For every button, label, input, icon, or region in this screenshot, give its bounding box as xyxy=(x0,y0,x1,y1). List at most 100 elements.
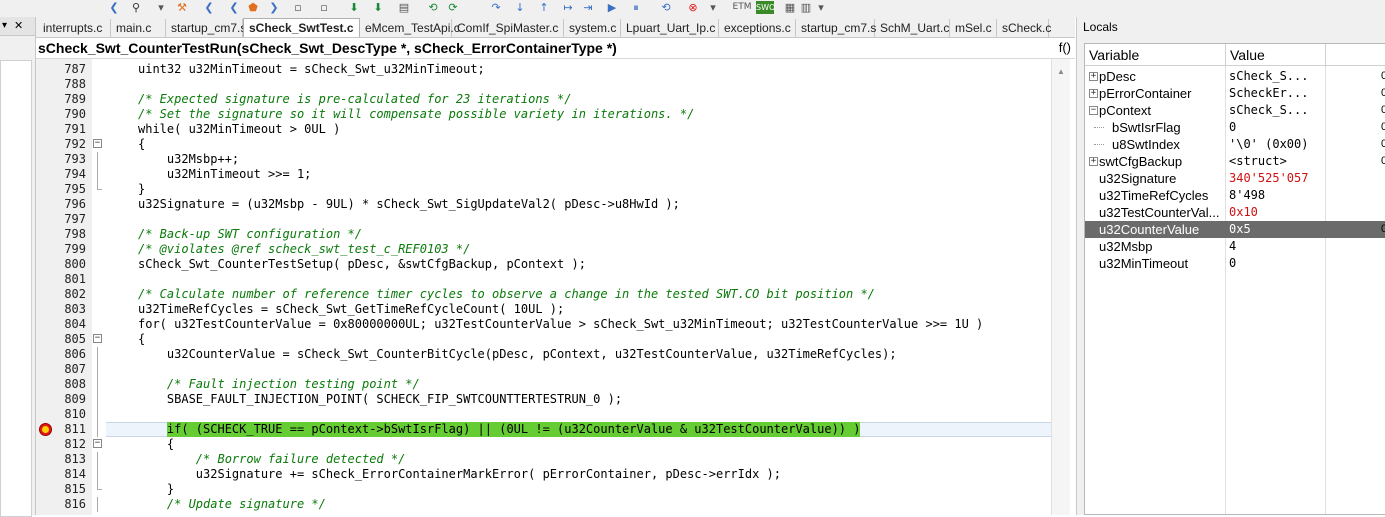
next-statement-icon[interactable]: ↦ xyxy=(562,1,574,14)
tab-11[interactable]: mSel.c xyxy=(950,19,997,37)
variable-value[interactable]: 0x10 xyxy=(1229,204,1258,221)
reset-icon[interactable]: ⟲ xyxy=(426,1,440,14)
scroll-up-icon[interactable]: ▲ xyxy=(1057,67,1065,76)
tab-9[interactable]: startup_cm7.s xyxy=(796,19,876,37)
etm-button[interactable]: ETM xyxy=(732,1,752,14)
locals-row[interactable]: +pDesc sCheck_S... 0 xyxy=(1085,68,1385,85)
variable-value[interactable]: 0 xyxy=(1229,255,1236,272)
refresh-icon[interactable]: ⟳ xyxy=(446,1,460,14)
code-line[interactable]: 788 xyxy=(36,77,1051,92)
locals-grid[interactable]: Variable Value +pDescsCheck_S...0+pError… xyxy=(1084,43,1385,515)
tab-7[interactable]: Lpuart_Uart_Ip.c xyxy=(621,19,719,37)
function-icon[interactable]: f() xyxy=(1059,39,1071,57)
tab-12[interactable]: sCheck.c xyxy=(997,19,1051,37)
expand-icon[interactable]: + xyxy=(1089,89,1098,98)
code-line[interactable]: 809 SBASE_FAULT_INJECTION_POINT( SCHECK_… xyxy=(36,392,1051,407)
step-over-icon[interactable]: ↷ xyxy=(490,1,502,14)
locals-row[interactable]: −pContext sCheck_S... 0 xyxy=(1085,102,1385,119)
code-line[interactable]: 794 u32MinTimeout >>= 1; xyxy=(36,167,1051,182)
locals-row[interactable]: u32Signature 340'525'057 xyxy=(1085,170,1385,187)
tab-2[interactable]: startup_cm7.s xyxy=(166,19,246,37)
reset-debug-icon[interactable]: ⟲ xyxy=(660,1,672,14)
next-icon[interactable]: ❯ xyxy=(268,1,280,14)
code-line[interactable]: 813 /* Borrow failure detected */ xyxy=(36,452,1051,467)
close-icon[interactable]: ✕ xyxy=(14,17,23,35)
variable-value[interactable]: sCheck_S... xyxy=(1229,102,1308,119)
tab-5[interactable]: ComIf_SpiMaster.c xyxy=(452,19,564,37)
code-line[interactable]: 803 u32TimeRefCycles = sCheck_Swt_GetTime… xyxy=(36,302,1051,317)
locals-row[interactable]: u32TimeRefCycles 8'498 xyxy=(1085,187,1385,204)
code-line[interactable]: 793 u32Msbp++; xyxy=(36,152,1051,167)
variable-value[interactable]: 340'525'057 xyxy=(1229,170,1308,187)
code-line[interactable]: 810 xyxy=(36,407,1051,422)
variable-value[interactable]: <struct> xyxy=(1229,153,1287,170)
locals-row[interactable]: u32CounterValue 0x5 0 xyxy=(1085,221,1385,238)
locals-row[interactable]: bSwtIsrFlag 0 0 xyxy=(1085,119,1385,136)
code-line[interactable]: 801 xyxy=(36,272,1051,287)
variable-value[interactable]: 0x5 xyxy=(1229,221,1251,238)
code-line[interactable]: 805− { xyxy=(36,332,1051,347)
locals-row[interactable]: u32TestCounterVal... 0x10 xyxy=(1085,204,1385,221)
prev-icon[interactable]: ❮ xyxy=(228,1,240,14)
variable-value[interactable]: ScheckEr... xyxy=(1229,85,1308,102)
download-debug-icon[interactable]: ⬇ xyxy=(372,1,384,14)
code-line[interactable]: 816 /* Update signature */ xyxy=(36,497,1051,512)
fold-collapse-icon[interactable]: − xyxy=(93,334,102,343)
code-line[interactable]: 811 if( (SCHECK_TRUE == pContext->bSwtIs… xyxy=(36,422,1051,437)
toolbar-overflow-icon[interactable]: ▾ xyxy=(816,1,826,14)
stop-dropdown-icon[interactable]: ▾ xyxy=(708,1,718,14)
power-icon[interactable]: ▥ xyxy=(800,1,812,14)
locals-col-type[interactable] xyxy=(1326,44,1385,66)
tab-4[interactable]: eMcem_TestApi.c xyxy=(360,19,460,37)
dropdown-icon[interactable]: ▾ xyxy=(156,1,166,14)
memory-icon[interactable]: ▤ xyxy=(398,1,410,14)
code-line[interactable]: 791 while( u32MinTimeout > 0UL ) xyxy=(36,122,1051,137)
code-line[interactable]: 799 /* @violates @ref scheck_swt_test_c_R… xyxy=(36,242,1051,257)
code-line[interactable]: 807 xyxy=(36,362,1051,377)
go-icon[interactable]: ▶ xyxy=(606,1,618,14)
pin-icon[interactable]: ▾ xyxy=(2,17,7,35)
tab-10[interactable]: SchM_Uart.c xyxy=(875,19,950,37)
function-signature[interactable]: sCheck_Swt_CounterTestRun(sCheck_Swt_Des… xyxy=(38,39,617,57)
code-line[interactable]: 812− { xyxy=(36,437,1051,452)
tools-icon[interactable]: ⚒ xyxy=(175,1,189,14)
code-line[interactable]: 808 /* Fault injection testing point */ xyxy=(36,377,1051,392)
doc-prev-icon[interactable]: ▫ xyxy=(292,1,304,14)
variable-value[interactable]: sCheck_S... xyxy=(1229,68,1308,85)
search-icon[interactable]: ⚲ xyxy=(128,1,144,14)
locals-col-value[interactable]: Value xyxy=(1226,44,1326,66)
collapse-icon[interactable]: − xyxy=(1089,106,1098,115)
code-line[interactable]: 804 for( u32TestCounterValue = 0x80000000… xyxy=(36,317,1051,332)
locals-row[interactable]: +pErrorContainer ScheckEr... 0 xyxy=(1085,85,1385,102)
code-line[interactable]: 795} xyxy=(36,182,1051,197)
bookmark-icon[interactable]: ⬟ xyxy=(246,1,260,14)
back-arrow-icon[interactable]: ❮ xyxy=(108,1,120,14)
variable-value[interactable]: 0 xyxy=(1229,119,1236,136)
code-line[interactable]: 802 /* Calculate number of reference time… xyxy=(36,287,1051,302)
code-line[interactable]: 792− { xyxy=(36,137,1051,152)
prev-arrow-icon[interactable]: ❮ xyxy=(203,1,215,14)
tab-3[interactable]: sCheck_SwtTest.c xyxy=(243,18,360,37)
locals-row[interactable]: u32Msbp 4 xyxy=(1085,238,1385,255)
code-line[interactable]: 797 xyxy=(36,212,1051,227)
code-editor[interactable]: 787 uint32 u32MinTimeout = sCheck_Swt_u32… xyxy=(36,59,1075,515)
variable-value[interactable]: 4 xyxy=(1229,238,1236,255)
code-line[interactable]: 814 u32Signature += sCheck_ErrorContaine… xyxy=(36,467,1051,482)
variable-value[interactable]: '\0' (0x00) xyxy=(1229,136,1308,153)
code-line[interactable]: 787 uint32 u32MinTimeout = sCheck_Swt_u32… xyxy=(36,62,1051,77)
code-line[interactable]: 815 } xyxy=(36,482,1051,497)
tab-6[interactable]: system.c xyxy=(564,19,621,37)
step-out-icon[interactable]: ↑ xyxy=(538,1,550,14)
fold-collapse-icon[interactable]: − xyxy=(93,439,102,448)
editor-vertical-scrollbar[interactable]: ▲ xyxy=(1051,59,1070,515)
tab-0[interactable]: interrupts.c xyxy=(38,19,111,37)
locals-col-variable[interactable]: Variable xyxy=(1085,44,1226,66)
download-icon[interactable]: ⬇ xyxy=(348,1,360,14)
stop-debug-icon[interactable]: ⊗ xyxy=(686,1,700,14)
step-into-icon[interactable]: ↓ xyxy=(514,1,526,14)
swo-button[interactable]: SWO xyxy=(756,1,775,14)
code-line[interactable]: 790 /* Set the signature so it will compe… xyxy=(36,107,1051,122)
run-to-cursor-icon[interactable]: ⇥ xyxy=(582,1,594,14)
code-line[interactable]: 800 sCheck_Swt_CounterTestSetup( pDesc, &… xyxy=(36,257,1051,272)
code-line[interactable]: 796 u32Signature = (u32Msbp - 9UL) * sChe… xyxy=(36,197,1051,212)
